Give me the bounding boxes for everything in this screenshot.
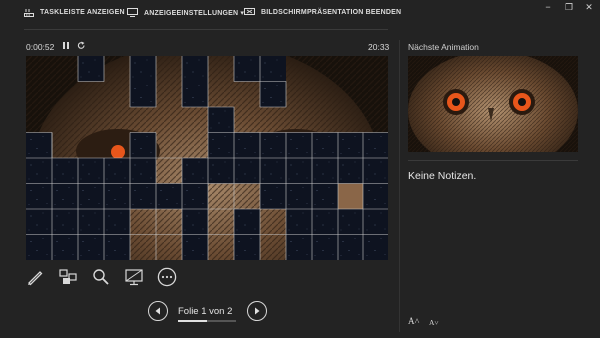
- toolbar-divider: [24, 29, 388, 30]
- next-animation-preview[interactable]: [408, 56, 578, 152]
- pen-tool-button[interactable]: [24, 266, 46, 288]
- owl-image: [26, 56, 388, 260]
- presenter-toolbar: TASKLEISTE ANZEIGEN ANZEIGEEINSTELLUNGEN…: [0, 0, 600, 30]
- notes-divider: [408, 160, 578, 161]
- owl-preview-image: [408, 56, 578, 152]
- restore-icon[interactable]: ❐: [562, 2, 576, 13]
- end-slideshow-button[interactable]: BILDSCHIRMPRÄSENTATION BEENDEN: [244, 8, 401, 17]
- slide-progress-fill: [178, 320, 207, 322]
- pen-icon: [28, 271, 43, 286]
- panel-divider: [399, 40, 400, 332]
- end-show-icon: [244, 8, 255, 15]
- zoom-icon: [93, 269, 109, 285]
- more-options-icon: [157, 267, 177, 287]
- elapsed-timer: 0:00:52: [26, 42, 55, 52]
- increase-font-button[interactable]: A˄: [408, 316, 420, 326]
- show-taskbar-label: TASKLEISTE ANZEIGEN: [40, 9, 125, 16]
- screen-icon: [125, 269, 143, 286]
- close-icon[interactable]: ✕: [582, 2, 596, 13]
- arrow-right-icon: [255, 307, 260, 315]
- arrow-left-icon: [155, 307, 160, 315]
- presenter-tools: [24, 266, 194, 290]
- more-options-button[interactable]: [156, 266, 178, 288]
- pause-icon[interactable]: [62, 41, 70, 50]
- decrease-font-button[interactable]: A˅: [429, 318, 439, 327]
- slide-counter[interactable]: Folie 1 von 2: [178, 306, 232, 317]
- minimize-icon[interactable]: −: [541, 2, 555, 12]
- current-slide[interactable]: [26, 56, 388, 260]
- end-slideshow-label: BILDSCHIRMPRÄSENTATION BEENDEN: [261, 9, 402, 16]
- display-settings-label: ANZEIGEEINSTELLUNGEN ▾: [144, 9, 245, 17]
- next-slide-button[interactable]: [247, 301, 267, 321]
- previous-slide-button[interactable]: [148, 301, 168, 321]
- next-animation-label: Nächste Animation: [408, 42, 479, 52]
- slides-grid-icon: [59, 269, 77, 284]
- clock: 20:33: [368, 42, 390, 52]
- see-all-slides-button[interactable]: [57, 266, 79, 288]
- zoom-button[interactable]: [90, 266, 112, 288]
- monitor-icon: [127, 8, 138, 17]
- speaker-notes: Keine Notizen.: [408, 170, 477, 182]
- taskbar-icon: [24, 9, 34, 17]
- show-taskbar-button[interactable]: TASKLEISTE ANZEIGEN: [24, 8, 125, 17]
- screen-options-button[interactable]: [123, 266, 145, 288]
- slide-progress: [178, 320, 236, 322]
- display-settings-button[interactable]: ANZEIGEEINSTELLUNGEN ▾: [127, 8, 244, 17]
- reset-timer-icon[interactable]: [77, 41, 86, 50]
